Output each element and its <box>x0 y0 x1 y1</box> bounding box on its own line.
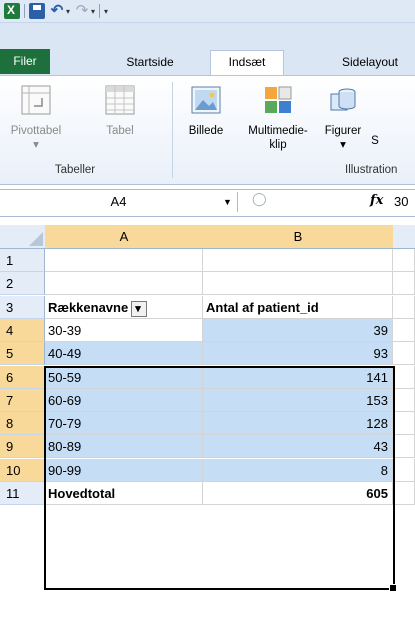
pivot-row-labels-header[interactable]: Rækkenavne <box>45 296 203 319</box>
table-button[interactable]: Tabel <box>100 84 140 138</box>
cell-text: Rækkenavne <box>48 300 129 315</box>
formula-bar-resize-icon[interactable]: ◯ <box>252 191 267 207</box>
cell-c[interactable] <box>393 459 415 482</box>
selection-range <box>44 366 395 590</box>
row-header[interactable]: 7 <box>0 389 45 412</box>
shapes-label: Figurer <box>324 125 362 137</box>
clipart-label: Multimedie- <box>248 125 308 137</box>
column-header-b[interactable]: B <box>203 225 394 249</box>
fill-handle[interactable] <box>389 584 397 592</box>
column-header-a[interactable]: A <box>45 225 204 249</box>
separator <box>99 4 101 18</box>
tab-file[interactable]: Filer <box>0 49 50 74</box>
cell-c[interactable] <box>393 482 415 505</box>
cell-c[interactable] <box>393 296 415 319</box>
clipart-button[interactable]: Multimedie- klip <box>240 84 316 152</box>
cell-b[interactable]: 93 <box>203 342 393 365</box>
cell-text: 40-49 <box>48 346 82 361</box>
pivot-values-header[interactable]: Antal af patient_id <box>203 296 393 319</box>
row-header[interactable]: 5 <box>0 342 45 365</box>
tab-page-layout[interactable]: Sidelayout <box>320 51 415 73</box>
customize-qat-icon[interactable]: ▾ <box>104 7 108 16</box>
row-header[interactable]: 9 <box>0 435 45 458</box>
group-separator <box>172 82 173 178</box>
quick-access-toolbar: ↶ ▾ ↷ ▾ ▾ <box>0 0 415 23</box>
column-header-c-partial[interactable] <box>393 225 415 249</box>
shapes-button[interactable]: Figurer ▾ <box>316 84 370 152</box>
group-label-illustrations: Illustration <box>345 164 398 176</box>
table-label: Tabel <box>106 125 134 137</box>
cell-c[interactable] <box>393 342 415 365</box>
clipart-icon <box>265 86 292 113</box>
cell-a[interactable]: 30-39 <box>45 319 203 342</box>
cell-c[interactable] <box>393 389 415 412</box>
row-header[interactable]: 3 <box>0 296 45 319</box>
row-header[interactable]: 10 <box>0 459 45 482</box>
name-box-dropdown-icon[interactable]: ▼ <box>223 197 232 207</box>
excel-icon[interactable] <box>4 3 20 19</box>
row-header[interactable]: 1 <box>0 249 45 272</box>
select-all-corner[interactable] <box>0 225 46 249</box>
cell-b[interactable] <box>203 272 393 295</box>
row-header[interactable]: 2 <box>0 272 45 295</box>
shapes-dropdown-icon: ▾ <box>340 139 346 151</box>
cell-c[interactable] <box>393 412 415 435</box>
cell-a[interactable]: 40-49 <box>45 342 203 365</box>
cell-a[interactable] <box>45 272 203 295</box>
row-header[interactable]: 4 <box>0 319 45 342</box>
cell-c[interactable] <box>393 319 415 342</box>
formula-input[interactable]: 30 <box>394 194 408 209</box>
undo-icon[interactable]: ↶ <box>49 3 65 19</box>
save-icon[interactable] <box>29 3 45 19</box>
shapes-icon <box>330 88 356 111</box>
ribbon: Pivottabel ▾ Tabel Tabeller Billede Mult… <box>0 75 415 185</box>
clipart-label-line2: klip <box>269 139 287 151</box>
cell-b[interactable]: 39 <box>203 319 393 342</box>
pivottable-dropdown-icon: ▾ <box>33 139 39 151</box>
row-header[interactable]: 6 <box>0 366 45 389</box>
row-header[interactable]: 11 <box>0 482 45 505</box>
filter-dropdown-icon[interactable] <box>131 298 148 318</box>
separator <box>24 4 25 18</box>
pivottable-label: Pivottabel <box>10 125 62 137</box>
name-box[interactable]: A4 <box>0 192 238 212</box>
smartart-button-partial[interactable]: S <box>370 102 380 148</box>
cell-b[interactable] <box>203 249 393 272</box>
tab-insert[interactable]: Indsæt <box>210 50 284 75</box>
picture-icon <box>191 86 221 114</box>
undo-dropdown-icon[interactable]: ▾ <box>66 7 70 16</box>
cell-text: 30-39 <box>48 323 82 338</box>
insert-function-icon[interactable]: fx <box>370 193 383 208</box>
group-label-tables: Tabeller <box>54 164 96 176</box>
cell-c[interactable] <box>393 249 415 272</box>
cell-c[interactable] <box>393 366 415 389</box>
table-icon <box>105 85 135 115</box>
row-header[interactable]: 8 <box>0 412 45 435</box>
redo-icon[interactable]: ↷ <box>74 3 90 19</box>
picture-label: Billede <box>188 125 224 137</box>
picture-button[interactable]: Billede <box>178 84 234 138</box>
cell-a[interactable] <box>45 249 203 272</box>
pivottable-icon <box>21 85 51 115</box>
redo-dropdown-icon[interactable]: ▾ <box>91 7 95 16</box>
cell-c[interactable] <box>393 435 415 458</box>
formula-bar: A4 ▼ ◯ fx 30 <box>0 189 415 217</box>
cell-c[interactable] <box>393 272 415 295</box>
tab-home[interactable]: Startside <box>100 51 200 73</box>
select-all-icon <box>29 232 43 246</box>
pivottable-button[interactable]: Pivottabel ▾ <box>6 84 66 152</box>
